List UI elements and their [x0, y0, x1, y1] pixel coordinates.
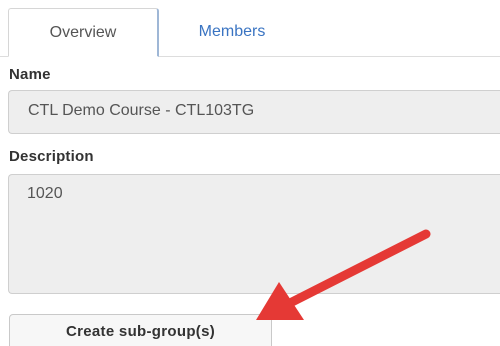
tab-overview[interactable]: Overview	[8, 8, 159, 57]
tab-overview-label: Overview	[49, 23, 117, 41]
name-field[interactable]: CTL Demo Course - CTL103TG	[8, 90, 500, 134]
group-settings-panel: Overview Members Name CTL Demo Course - …	[0, 0, 500, 346]
name-label: Name	[9, 66, 51, 83]
description-field[interactable]: 1020	[8, 174, 500, 294]
create-subgroups-button[interactable]: Create sub-group(s)	[9, 314, 272, 346]
tab-members[interactable]: Members	[168, 8, 296, 56]
name-field-value: CTL Demo Course - CTL103TG	[28, 102, 255, 119]
description-label: Description	[9, 148, 94, 165]
description-field-value: 1020	[27, 185, 63, 202]
tab-members-label: Members	[198, 23, 266, 40]
create-subgroups-label: Create sub-group(s)	[65, 323, 216, 340]
tab-bar: Overview Members	[0, 8, 500, 57]
